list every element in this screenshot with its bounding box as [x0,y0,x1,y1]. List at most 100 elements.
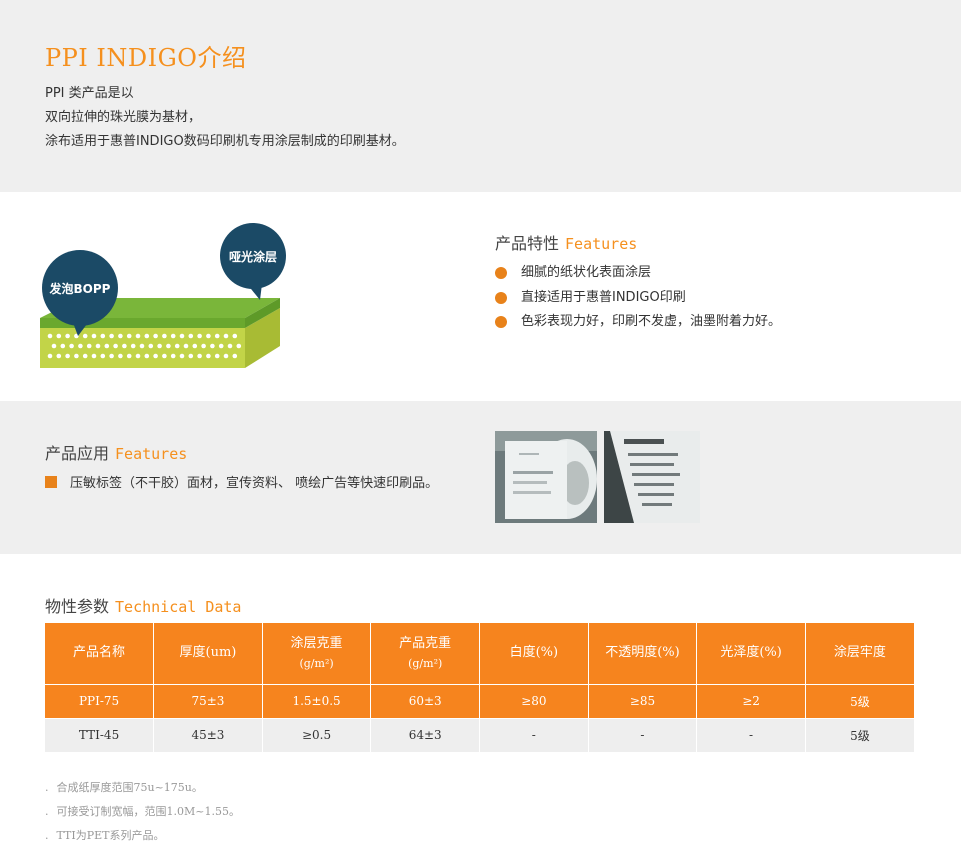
intro-line: 双向拉伸的珠光膜为基材， [45,110,202,125]
technical-section: 物性参数 Technical Data 产品名称 厚度(um) 涂层克重 (g/m²… [0,554,961,854]
foam-dot [139,343,145,349]
foam-dot [157,343,162,349]
bullet-dot-icon [495,316,507,328]
layer-structure-diagram: 发泡BOPP 哑光涂层 [40,223,286,368]
applications-section: 产品应用 Features 压敏标签（不干胶）面材，宣传资料、 喷绘广告等快速印刷… [0,401,961,554]
bubble-right-label: 哑光涂层 [229,249,277,264]
foam-dot [183,343,189,349]
foam-dot [232,333,238,339]
foam-dot [126,353,132,359]
foam-dot [144,353,150,359]
foam-dot [51,343,57,349]
bubble-left-label: 发泡BOPP [49,281,111,296]
features-section: 发泡BOPP 哑光涂层 产品特性 Features 细腻的纸状化表面涂层 直接适用… [0,192,961,401]
technical-data-table: 产品名称 厚度(um) 涂层克重 (g/m²) 产品克重 (g/m²) 白度(%) … [45,623,914,753]
foam-dot [170,353,176,359]
features-title: 产品特性 Features [495,230,637,254]
foam-dot [197,333,202,339]
foam-dot [65,353,70,359]
table-header-cell: 白度(%) [479,623,589,685]
foam-dot [206,333,211,339]
foam-dot [100,333,106,339]
applications-text: 压敏标签（不干胶）面材，宣传资料、 喷绘广告等快速印刷品。 [45,471,455,496]
table-header-cell: 厚度(um) [153,623,263,685]
foam-dot [223,353,229,359]
foam-dot [69,343,74,349]
foam-dot [144,333,150,339]
table-cell: - [696,718,806,753]
table-cell: - [479,718,589,753]
foam-dot [135,333,141,339]
foam-dot [60,343,66,349]
bullet-dot-icon [495,291,507,304]
foam-dot [65,333,70,339]
foam-dot [95,343,101,349]
bullet-square-icon [45,476,57,488]
features-list: 细腻的纸状化表面涂层 直接适用于惠普INDIGO印刷 色彩表现力好，印刷不发虚，… [495,261,781,335]
table-cell: ≥85 [588,684,698,719]
foam-dot [236,343,242,349]
foam-dot [109,353,114,359]
foam-dot [78,343,83,349]
foam-dot [56,353,62,359]
foam-dot [100,353,106,359]
foam-dot [174,343,180,349]
table-header-cell: 产品名称 [45,623,155,685]
table-header-cell: 涂层克重 (g/m²) [262,623,372,685]
printed-label-photo [604,431,700,523]
foam-dot [91,353,97,359]
foam-dot [179,353,185,359]
bullet-dot-icon [495,267,507,279]
foam-dot [210,343,215,349]
foam-dot [166,343,171,349]
foam-dot [74,353,79,359]
foam-dot [223,333,229,339]
table-cell: 60±3 [370,684,480,719]
table-cell: 45±3 [153,718,263,753]
table-header-cell: 涂层牢度 [805,623,914,685]
foam-dot [153,353,158,359]
foam-dot [227,343,233,349]
note-item: . 可接受订制宽幅，范围1.0M~1.55。 [45,805,240,818]
foam-dot [122,343,127,349]
foam-dot [91,333,97,339]
table-cell: ≥80 [479,684,589,719]
feature-item: 色彩表现力好，印刷不发虚，油墨附着力好。 [495,310,781,335]
bubble-matte-coating: 哑光涂层 [220,223,286,300]
foam-dot [214,353,220,359]
applications-title-cn: 产品应用 [45,444,110,463]
table-cell: 5级 [805,718,914,753]
applications-title: 产品应用 Features [45,440,187,464]
foam-dot [201,343,206,349]
foam-dot [148,343,154,349]
table-cell: - [588,718,698,753]
table-cell: 75±3 [153,684,263,719]
technical-notes: . 合成纸厚度范围75u~175u。 . 可接受订制宽幅，范围1.0M~1.55。 … [45,776,240,848]
intro-line: 涂布适用于惠普INDIGO数码印刷机专用涂层制成的印刷基材。 [45,134,405,149]
table-header-cell: 不透明度(%) [588,623,698,685]
table-header-cell: 产品克重 (g/m²) [370,623,480,685]
table-cell: 1.5±0.5 [262,684,372,719]
foam-dot [82,353,88,359]
technical-title: 物性参数 Technical Data [45,593,241,617]
foam-dot [197,353,202,359]
table-cell: 5级 [805,684,914,719]
foam-dot [82,333,88,339]
foam-dot [47,333,53,339]
table-row: TTI-45 45±3 ≥0.5 64±3 - - - 5级 [45,718,914,753]
table-cell: ≥0.5 [262,718,372,753]
foam-dot [104,343,110,349]
technical-title-cn: 物性参数 [45,597,110,616]
table-header-cell: 光泽度(%) [696,623,806,685]
table-row: PPI-75 75±3 1.5±0.5 60±3 ≥80 ≥85 ≥2 5级 [45,684,914,719]
table-header-row: 产品名称 厚度(um) 涂层克重 (g/m²) 产品克重 (g/m²) 白度(%) … [45,623,914,685]
note-item: . 合成纸厚度范围75u~175u。 [45,781,203,794]
foam-dot [118,333,123,339]
features-title-cn: 产品特性 [495,234,560,253]
table-cell: PPI-75 [45,684,155,719]
foam-dot [179,333,185,339]
foam-dot [109,333,114,339]
foam-dot [126,333,132,339]
foam-dot [188,353,194,359]
table-cell: TTI-45 [45,718,155,753]
